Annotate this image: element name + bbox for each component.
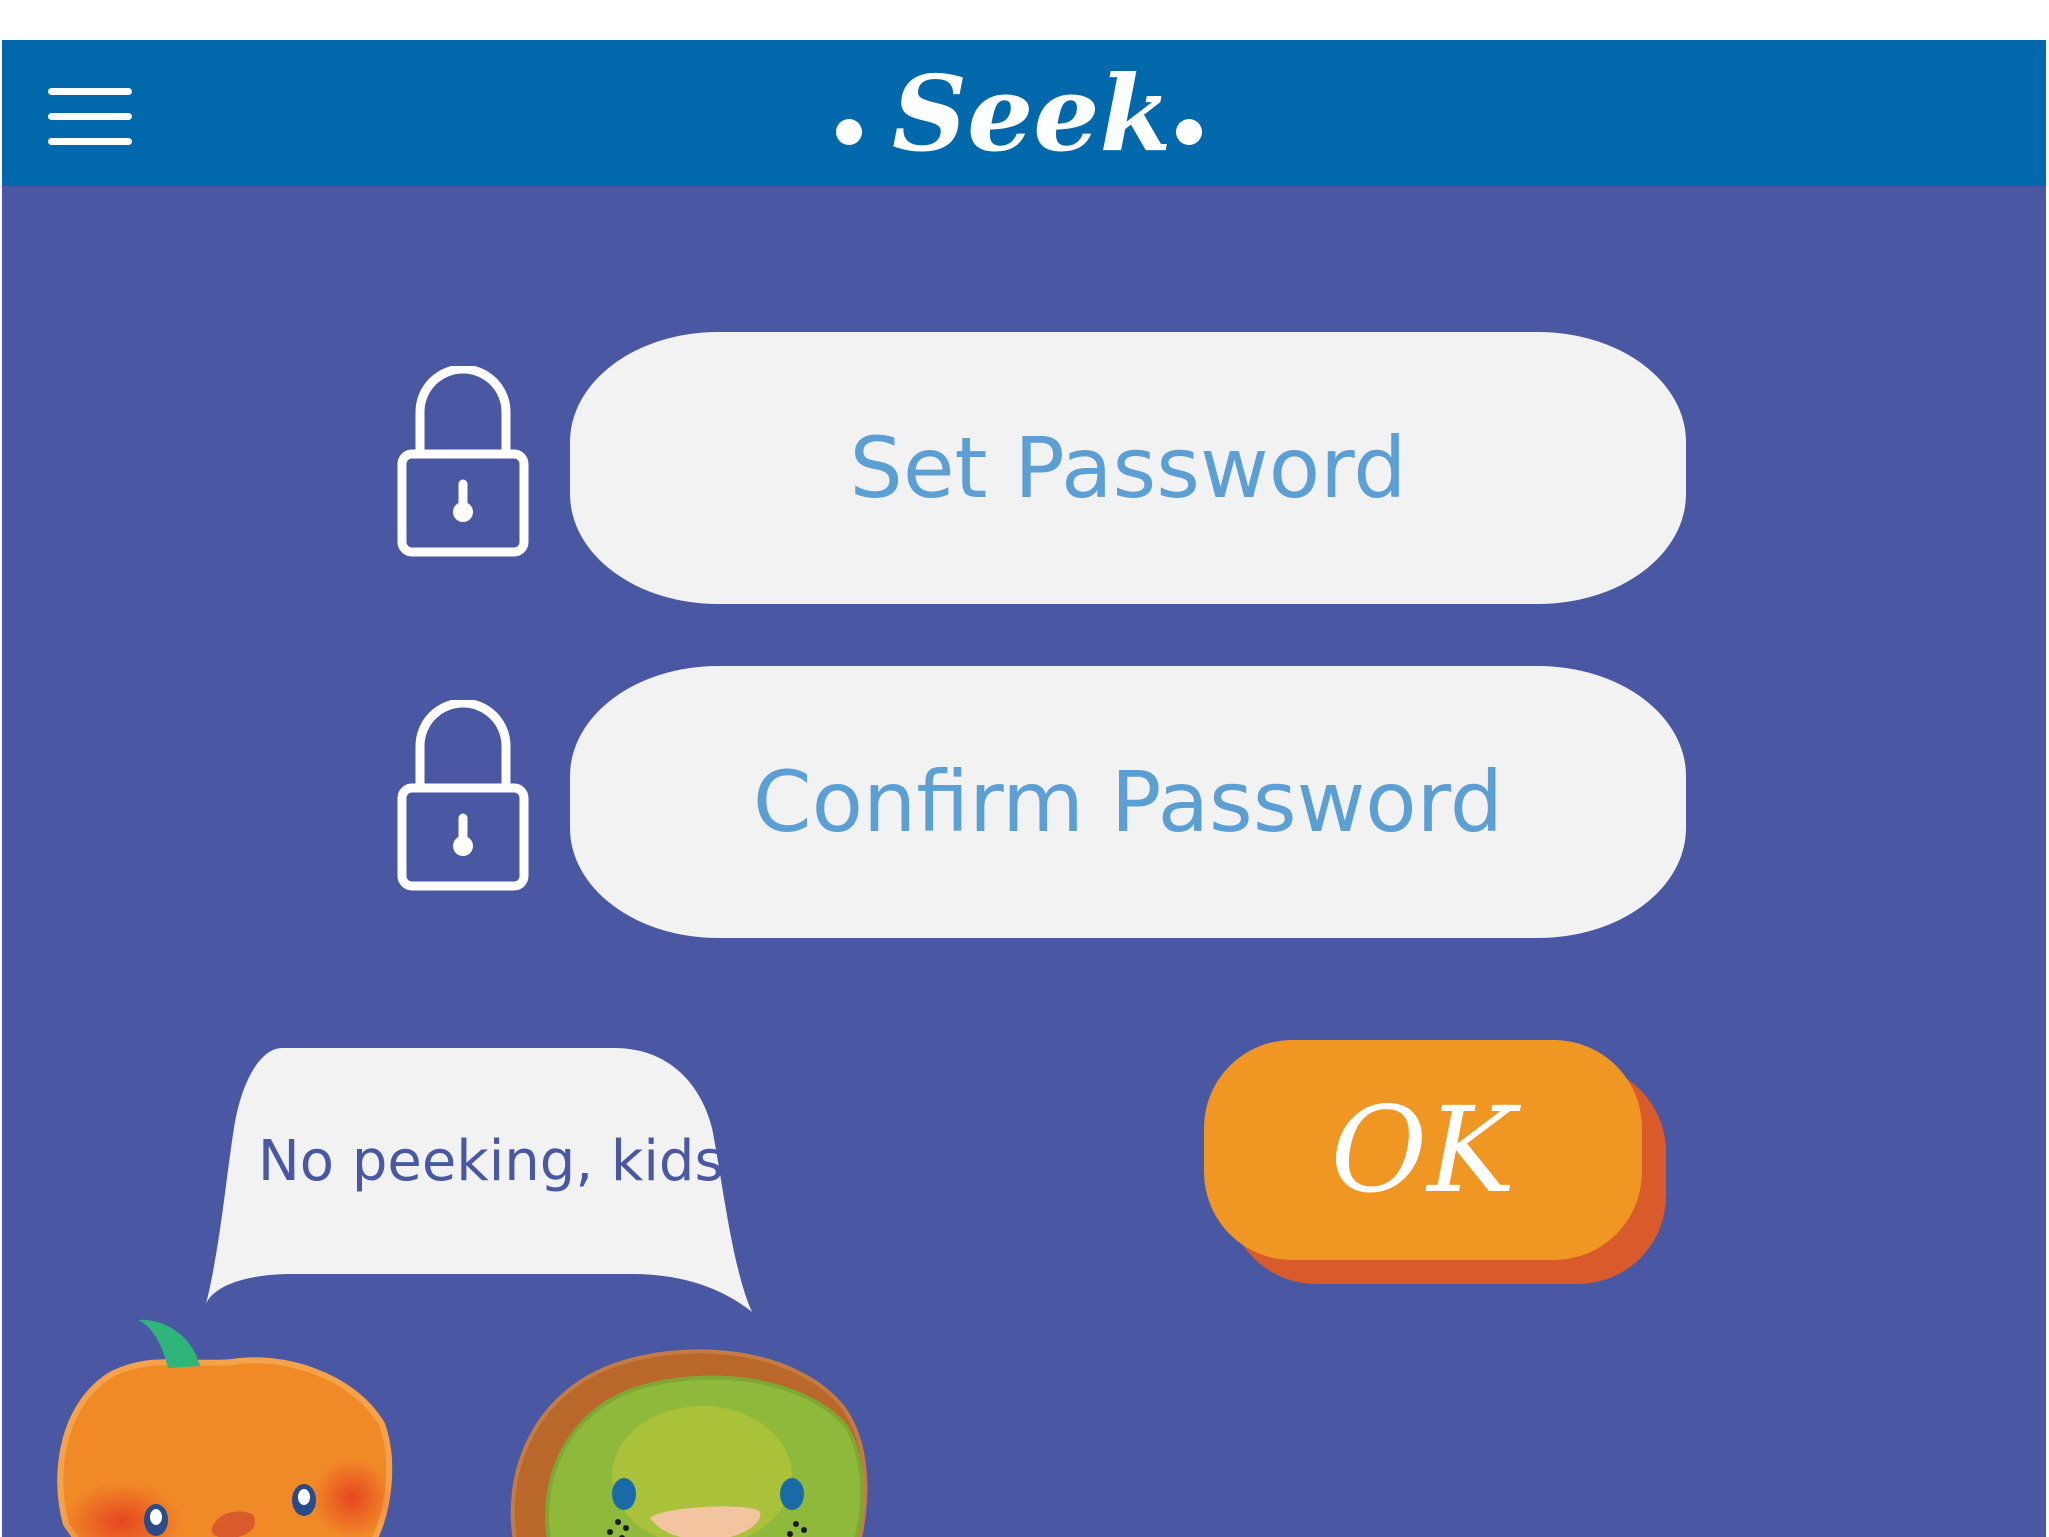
- top-app-bar: Seek: [2, 40, 2046, 186]
- hamburger-menu-icon[interactable]: [48, 88, 132, 146]
- lock-icon: [397, 700, 529, 891]
- app-title-group: Seek: [822, 40, 1222, 186]
- app-title: Seek: [892, 52, 1172, 175]
- confirm-password-field[interactable]: [570, 666, 1686, 938]
- lock-icon: [397, 366, 529, 557]
- kiwi-mascot: [510, 1349, 868, 1537]
- ok-button[interactable]: OK: [1204, 1040, 1642, 1260]
- menu-line: [48, 88, 132, 95]
- speech-text: No peeking, kids!: [257, 1129, 747, 1194]
- title-dot-right: [1176, 119, 1202, 145]
- set-password-field[interactable]: [570, 332, 1686, 604]
- orange-mascot: [57, 1319, 393, 1537]
- title-dot-left: [836, 119, 862, 145]
- app-screen: Seek OK No peeking, kids!: [2, 40, 2046, 1537]
- menu-line: [48, 138, 132, 145]
- menu-line: [48, 113, 132, 120]
